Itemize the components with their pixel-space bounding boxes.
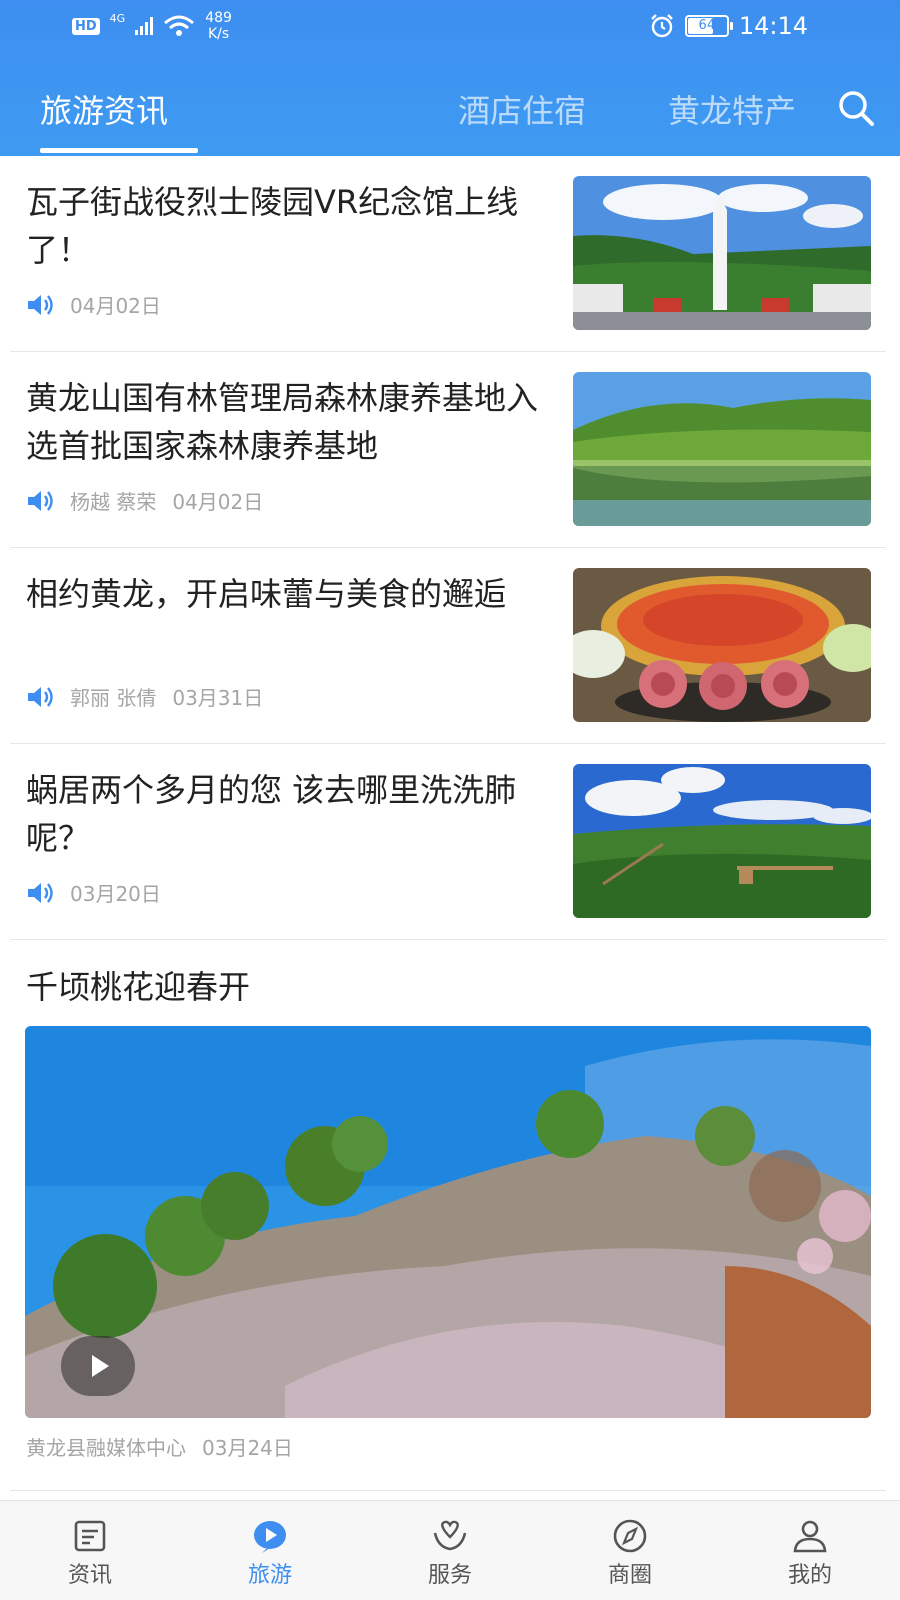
service-heart-icon <box>433 1520 467 1551</box>
lake-image <box>573 372 871 526</box>
video-title[interactable]: 千顷桃花迎春开 <box>26 962 250 1008</box>
hotpot-image <box>573 568 871 722</box>
news-item[interactable]: 相约黄龙，开启味蕾与美食的邂逅 郭丽 张倩 03月31日 <box>10 548 886 744</box>
news-title[interactable]: 蜗居两个多月的您 该去哪里洗洗肺呢？ <box>26 766 546 862</box>
nav-label-business: 商圈 <box>607 1563 652 1588</box>
battery-icon: 64 <box>684 15 733 37</box>
tab-hotel[interactable]: 酒店住宿 <box>458 86 586 132</box>
news-date: 04月02日 <box>70 294 161 318</box>
nav-item-profile[interactable]: 我的 <box>720 1501 900 1600</box>
news-title[interactable]: 相约黄龙，开启味蕾与美食的邂逅 <box>26 570 546 618</box>
speaker-icon[interactable] <box>26 293 54 317</box>
signal-icon <box>135 17 154 35</box>
battery-level: 64 <box>698 18 716 33</box>
speaker-icon[interactable] <box>26 489 54 513</box>
news-date: 03月31日 <box>172 686 264 710</box>
news-meta: 04月02日 <box>26 290 161 319</box>
play-icon <box>92 1355 109 1377</box>
speed-value: 489 <box>205 10 232 26</box>
network-speed: 489 K/s <box>205 10 232 42</box>
tab-specialty[interactable]: 黄龙特产 <box>668 86 803 132</box>
news-title[interactable]: 瓦子街战役烈士陵园VR纪念馆上线了！ <box>26 178 546 274</box>
peach-blossom-image <box>25 1026 871 1418</box>
memorial-image <box>573 176 871 330</box>
speaker-icon[interactable] <box>26 685 54 709</box>
news-meta: 杨越 蔡荣 04月02日 <box>26 486 263 515</box>
app-header: HD 4G 489 K/s 64 14:14 旅游资讯 酒店住宿 黄龙特产 <box>0 0 900 156</box>
hd-badge: HD <box>72 17 100 35</box>
bottom-nav: 资讯 旅游 服务 商圈 我的 <box>0 1500 900 1600</box>
news-author: 杨越 蔡荣 <box>70 490 157 514</box>
nav-item-business[interactable]: 商圈 <box>540 1501 720 1600</box>
divider <box>10 1490 886 1491</box>
news-date: 04月02日 <box>172 490 264 514</box>
news-thumbnail[interactable] <box>573 176 871 330</box>
nav-label-travel: 旅游 <box>247 1563 292 1588</box>
search-icon[interactable] <box>836 88 876 128</box>
nav-item-travel[interactable]: 旅游 <box>180 1501 360 1600</box>
news-title[interactable]: 黄龙山国有林管理局森林康养基地入选首批国家森林康养基地 <box>26 374 546 470</box>
news-date: 03月20日 <box>70 882 161 906</box>
nav-item-service[interactable]: 服务 <box>360 1501 540 1600</box>
news-icon <box>74 1520 106 1552</box>
speed-unit: K/s <box>207 26 230 42</box>
status-bar: HD 4G 489 K/s 64 14:14 <box>0 0 900 56</box>
status-time: 14:14 <box>738 12 808 40</box>
play-button[interactable] <box>61 1336 135 1396</box>
alarm-icon <box>650 14 673 38</box>
top-tabs: 旅游资讯 酒店住宿 黄龙特产 <box>0 76 900 156</box>
video-source: 黄龙县融媒体中心 <box>26 1436 186 1460</box>
travel-play-icon <box>254 1521 286 1553</box>
nav-label-profile: 我的 <box>787 1563 832 1588</box>
news-author: 郭丽 张倩 <box>70 686 157 710</box>
nav-item-news[interactable]: 资讯 <box>0 1501 180 1600</box>
active-tab-indicator <box>40 148 198 153</box>
network-type: 4G <box>109 11 126 25</box>
news-item[interactable]: 瓦子街战役烈士陵园VR纪念馆上线了！ 04月02日 <box>10 156 886 352</box>
news-item[interactable]: 黄龙山国有林管理局森林康养基地入选首批国家森林康养基地 杨越 蔡荣 04月02日 <box>10 352 886 548</box>
news-thumbnail[interactable] <box>573 764 871 918</box>
speaker-icon[interactable] <box>26 881 54 905</box>
news-thumbnail[interactable] <box>573 568 871 722</box>
news-item[interactable]: 蜗居两个多月的您 该去哪里洗洗肺呢？ 03月20日 <box>10 744 886 940</box>
nav-label-service: 服务 <box>427 1563 472 1588</box>
wifi-icon <box>164 15 195 36</box>
news-meta: 郭丽 张倩 03月31日 <box>26 682 263 711</box>
profile-icon <box>793 1520 827 1553</box>
forest-image <box>573 764 871 918</box>
nav-label-news: 资讯 <box>67 1563 112 1588</box>
video-date: 03月24日 <box>202 1436 293 1460</box>
news-thumbnail[interactable] <box>573 372 871 526</box>
video-player[interactable] <box>25 1026 871 1418</box>
compass-icon <box>613 1519 647 1553</box>
video-meta: 黄龙县融媒体中心 03月24日 <box>26 1432 293 1461</box>
tab-travel-news[interactable]: 旅游资讯 <box>40 86 168 132</box>
news-meta: 03月20日 <box>26 878 161 907</box>
